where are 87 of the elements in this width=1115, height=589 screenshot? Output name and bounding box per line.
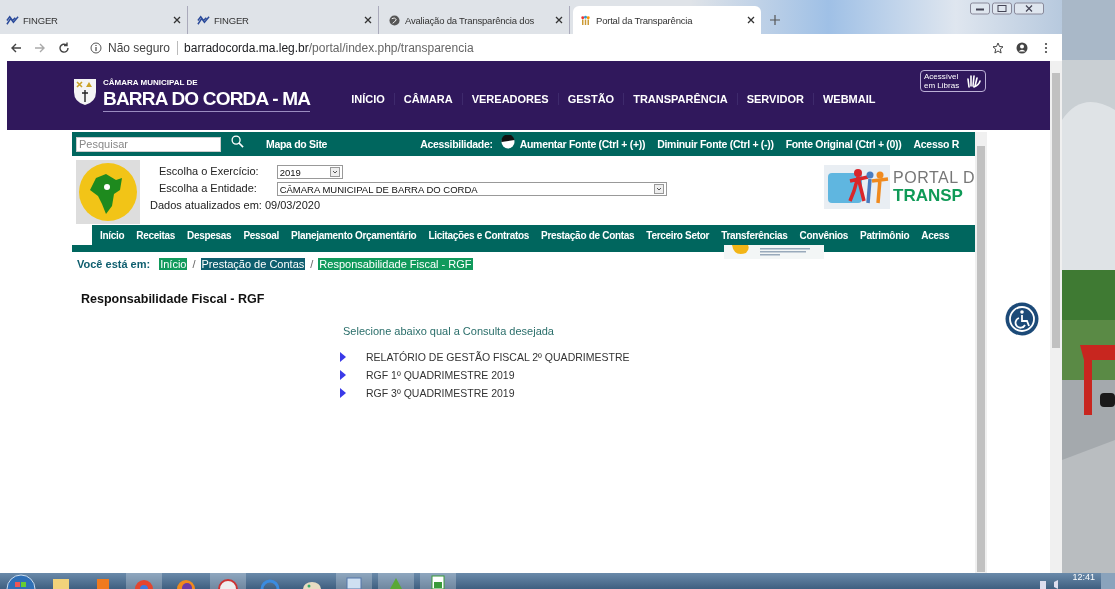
url-text: barradocorda.ma.leg.br/portal/index.php/transparencia (184, 40, 474, 55)
tab-title: FINGER (214, 14, 250, 26)
hands-icon (966, 73, 982, 89)
menu-item[interactable]: Início (100, 229, 125, 241)
breadcrumb-link[interactable]: Início (159, 258, 188, 270)
menu-item[interactable]: Prestação de Contas (541, 229, 635, 241)
breadcrumb-separator: / (310, 258, 314, 270)
breadcrumb-link[interactable]: Responsabilidade Fiscal - RGF (318, 258, 473, 270)
accessibility-label: Acessibilidade: (420, 138, 493, 150)
logo-subtitle: CÂMARA MUNICIPAL DE (103, 78, 199, 87)
nav-link[interactable]: VEREADORES (462, 93, 559, 105)
menu-item[interactable]: Receitas (136, 229, 176, 241)
nav-link[interactable]: WEBMAIL (813, 93, 885, 105)
report-link[interactable]: RGF 1º QUADRIMESTRE 2019 (366, 369, 515, 381)
portal-subtitle: TRANSP (893, 187, 964, 205)
menu-item[interactable]: Licitações e Contratos (428, 229, 530, 241)
page-title: Responsabilidade Fiscal - RGF (81, 291, 266, 307)
contrast-icon[interactable] (500, 135, 515, 149)
field-label: Escolha a Entidade: (158, 182, 258, 196)
close-icon[interactable] (555, 16, 563, 24)
menu-item[interactable]: Pessoal (243, 229, 280, 241)
info-icon (90, 41, 102, 54)
minimize-icon[interactable] (970, 2, 990, 15)
breadcrumb-link[interactable]: Prestação de Contas (200, 258, 306, 270)
menu-item[interactable]: Patrimônio (860, 229, 910, 241)
report-link[interactable]: RGF 3º QUADRIMESTRE 2019 (366, 387, 515, 399)
people-drawing (824, 165, 891, 209)
prompt-text: Selecione abaixo qual a Consulta desejada (343, 325, 555, 337)
breadcrumb-label: Você está em: (77, 258, 151, 270)
state-map-icon (76, 160, 140, 224)
toolbar-link[interactable]: Diminuir Fonte (Ctrl + (-)) (657, 138, 774, 150)
site-map-link[interactable]: Mapa do Site (266, 138, 328, 150)
logo-title: BARRA DO CORDA - MA (103, 87, 311, 110)
close-icon[interactable] (747, 16, 755, 24)
close-icon[interactable] (173, 16, 181, 24)
tab-title: Avaliação da Transparência dos (405, 14, 536, 26)
portal-title: PORTAL D (893, 169, 975, 187)
shield-icon (73, 78, 97, 106)
tab-title: FINGER (23, 14, 59, 26)
wheelchair-icon[interactable] (1005, 302, 1039, 336)
menu-item[interactable]: Terceiro Setor (646, 229, 710, 241)
people-icon (579, 14, 592, 26)
libras-badge[interactable]: Acessível em Libras (920, 70, 986, 92)
menu-item[interactable]: Acess (921, 229, 950, 241)
nav-link[interactable]: GESTÃO (558, 93, 625, 105)
scrollbar[interactable] (975, 132, 987, 573)
zigzag-icon (6, 14, 19, 26)
back-icon[interactable] (10, 41, 22, 54)
search-icon[interactable] (231, 134, 244, 148)
menu-item[interactable]: Transferências (721, 229, 788, 241)
year-dropdown[interactable]: 2019 (276, 165, 343, 179)
nav-link[interactable]: SERVIDOR (737, 93, 814, 105)
security-label: Não seguro (108, 40, 179, 55)
restore-icon[interactable] (992, 2, 1012, 15)
breadcrumb-separator: / (192, 258, 196, 270)
reload-icon[interactable] (58, 41, 70, 54)
clock[interactable]: 12:41 (1072, 569, 1095, 585)
tool-icon[interactable] (210, 573, 246, 589)
toolbar-link[interactable]: Fonte Original (Ctrl + (0)) (785, 138, 902, 150)
nav-link[interactable]: CÂMARA (394, 93, 463, 105)
spreadsheet-icon[interactable] (420, 573, 456, 589)
zigzag-icon (197, 14, 210, 26)
menu-item[interactable]: Convênios (799, 229, 848, 241)
search-field[interactable]: Pesquisar (76, 136, 221, 152)
caret-icon (329, 167, 340, 177)
tab-title: Portal da Transparência (596, 14, 694, 26)
address-bar[interactable]: Não seguro barradocorda.ma.leg.br/portal/index.php/transparencia (82, 37, 980, 58)
close-icon[interactable] (364, 16, 372, 24)
scrollbar[interactable] (1050, 61, 1062, 573)
caret-icon (653, 184, 664, 194)
field-label: Escolha o Exercício: (158, 165, 259, 179)
globe-icon (388, 14, 401, 26)
report-link[interactable]: RELATÓRIO DE GESTÃO FISCAL 2º QUADRIMESTRE (366, 351, 630, 363)
star-icon[interactable] (992, 41, 1004, 54)
nav-link[interactable]: TRANSPARÊNCIA (624, 93, 738, 105)
menu-item[interactable]: Planejamento Orçamentário (291, 229, 417, 241)
start-icon[interactable] (6, 573, 36, 589)
browser-tab[interactable]: Portal da Transparência (573, 6, 761, 34)
toolbar-link[interactable]: Aumentar Fonte (Ctrl + (+)) (519, 138, 646, 150)
window-icon[interactable] (336, 573, 372, 589)
new-tab-icon[interactable] (770, 15, 780, 25)
update-date: Dados atualizados em: 09/03/2020 (150, 199, 321, 211)
menu-item[interactable]: Despesas (187, 229, 232, 241)
nav-link[interactable]: INÍCIO (342, 93, 395, 105)
toolbar-link[interactable]: Acesso R (913, 138, 959, 150)
profile-icon[interactable] (1016, 41, 1028, 54)
entity-dropdown[interactable]: CÂMARA MUNICIPAL DE BARRA DO CORDA (276, 182, 667, 196)
